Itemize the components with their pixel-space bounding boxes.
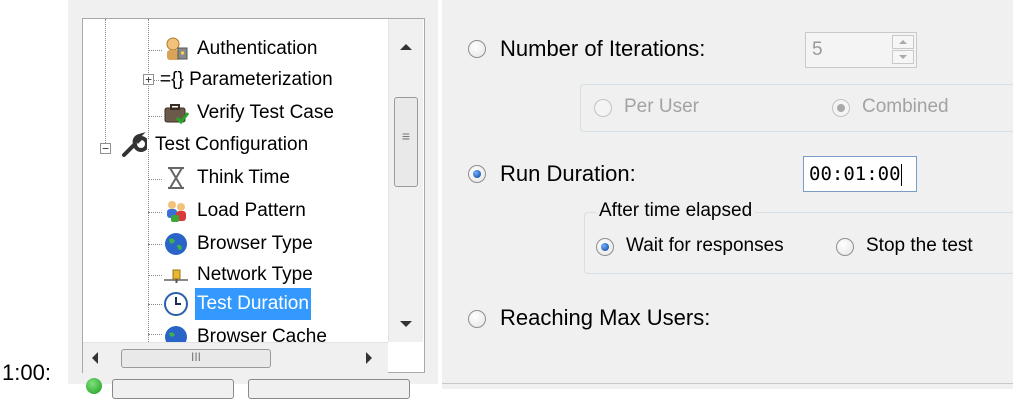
expand-icon[interactable]: +: [143, 74, 154, 85]
spin-up-button[interactable]: [892, 35, 914, 49]
max-users-label: Reaching Max Users:: [500, 305, 711, 330]
per-user-radio[interactable]: [594, 99, 612, 117]
run-duration-radio[interactable]: [468, 165, 486, 183]
tree-item-test-duration[interactable]: Test Duration: [163, 288, 311, 320]
tree-item-verify-test-case[interactable]: Verify Test Case: [163, 97, 336, 129]
grip-icon: ≡: [401, 128, 411, 144]
tree-connector: [148, 50, 162, 51]
hourglass-icon: [163, 165, 189, 191]
iterations-spinner[interactable]: 5: [805, 32, 917, 68]
scroll-down-icon[interactable]: [400, 321, 412, 327]
tree-item-label: Load Pattern: [197, 200, 306, 221]
scrollbar-thumb[interactable]: III: [121, 349, 271, 368]
tree-item-parameterization[interactable]: ={} Parameterization: [158, 64, 335, 96]
max-users-radio[interactable]: [468, 310, 486, 328]
chevron-down-icon: [899, 55, 907, 59]
spin-down-button[interactable]: [892, 50, 914, 64]
tree-item-browser-type[interactable]: Browser Type: [163, 228, 315, 260]
panel-divider: [442, 383, 1013, 389]
tree-vertical-scrollbar[interactable]: ≡: [388, 19, 423, 342]
stop-the-test-radio[interactable]: [836, 238, 854, 256]
bottom-button[interactable]: [248, 379, 410, 399]
scroll-left-icon[interactable]: [92, 352, 98, 364]
tree-item-authentication[interactable]: Authentication: [163, 33, 319, 65]
stop-the-test-label: Stop the test: [866, 235, 973, 256]
users-icon: [163, 198, 189, 224]
tree-item-label: Test Configuration: [155, 134, 309, 155]
tree-item-label: Authentication: [197, 38, 318, 59]
run-duration-label: Run Duration:: [500, 161, 636, 186]
tree-connector: [148, 179, 162, 180]
tree-connector: [148, 304, 162, 305]
combined-label: Combined: [862, 96, 949, 117]
wait-for-responses-label: Wait for responses: [626, 235, 784, 256]
tree-item-label: Verify Test Case: [197, 102, 334, 123]
iterations-value: 5: [812, 39, 823, 60]
tree-item-label: Think Time: [197, 167, 290, 188]
partial-time-label: 1:00:: [2, 360, 51, 385]
collapse-icon[interactable]: −: [100, 143, 111, 154]
network-icon: [163, 262, 189, 288]
tree-item-label: Test Duration: [195, 288, 311, 320]
tree-item-label: Network Type: [197, 264, 313, 285]
iterations-radio[interactable]: [468, 40, 486, 58]
chevron-up-icon: [899, 40, 907, 44]
scrollbar-thumb[interactable]: ≡: [394, 97, 418, 187]
run-duration-value: 00:01:00: [809, 163, 901, 185]
after-time-elapsed-title: After time elapsed: [596, 200, 756, 222]
scroll-up-icon[interactable]: [400, 44, 412, 50]
tree-item-think-time[interactable]: Think Time: [163, 162, 292, 194]
text-caret: [900, 163, 902, 186]
tree-item-label: Browser Type: [197, 233, 313, 254]
tree-item-load-pattern[interactable]: Load Pattern: [163, 195, 308, 227]
authentication-icon: [163, 36, 189, 62]
tree-connector: [148, 212, 162, 213]
clock-icon: [163, 291, 189, 317]
run-duration-input[interactable]: 00:01:00: [803, 156, 917, 192]
globe-icon: [163, 231, 189, 257]
bottom-button[interactable]: [112, 379, 234, 399]
grip-icon: III: [190, 350, 201, 364]
tree-connector: [148, 244, 162, 245]
tree-clip: Browser Cache: [83, 321, 389, 343]
tree-horizontal-scrollbar[interactable]: III: [83, 342, 388, 373]
per-user-label: Per User: [624, 96, 699, 117]
iterations-label: Number of Iterations:: [500, 36, 706, 61]
browser-cache-icon: [163, 324, 189, 343]
combined-radio[interactable]: [832, 99, 850, 117]
wait-for-responses-radio[interactable]: [596, 238, 614, 256]
tree-item-network-type[interactable]: Network Type: [163, 259, 315, 291]
tree-connector: [148, 275, 162, 276]
tree-item-label: Browser Cache: [197, 326, 327, 343]
tree-item-test-configuration[interactable]: Test Configuration: [121, 129, 310, 161]
tree-connector: [148, 116, 162, 117]
status-indicator-icon: [86, 378, 102, 394]
tree-item-label: ={} Parameterization: [160, 69, 333, 90]
wrench-icon: [121, 132, 149, 158]
tree-connector: [105, 19, 106, 149]
tree-item-browser-cache[interactable]: Browser Cache: [163, 321, 329, 343]
settings-tree[interactable]: Authentication + ={} Parameterization Ve…: [82, 18, 425, 373]
verify-test-case-icon: [163, 100, 190, 126]
scroll-right-icon[interactable]: [366, 352, 372, 364]
